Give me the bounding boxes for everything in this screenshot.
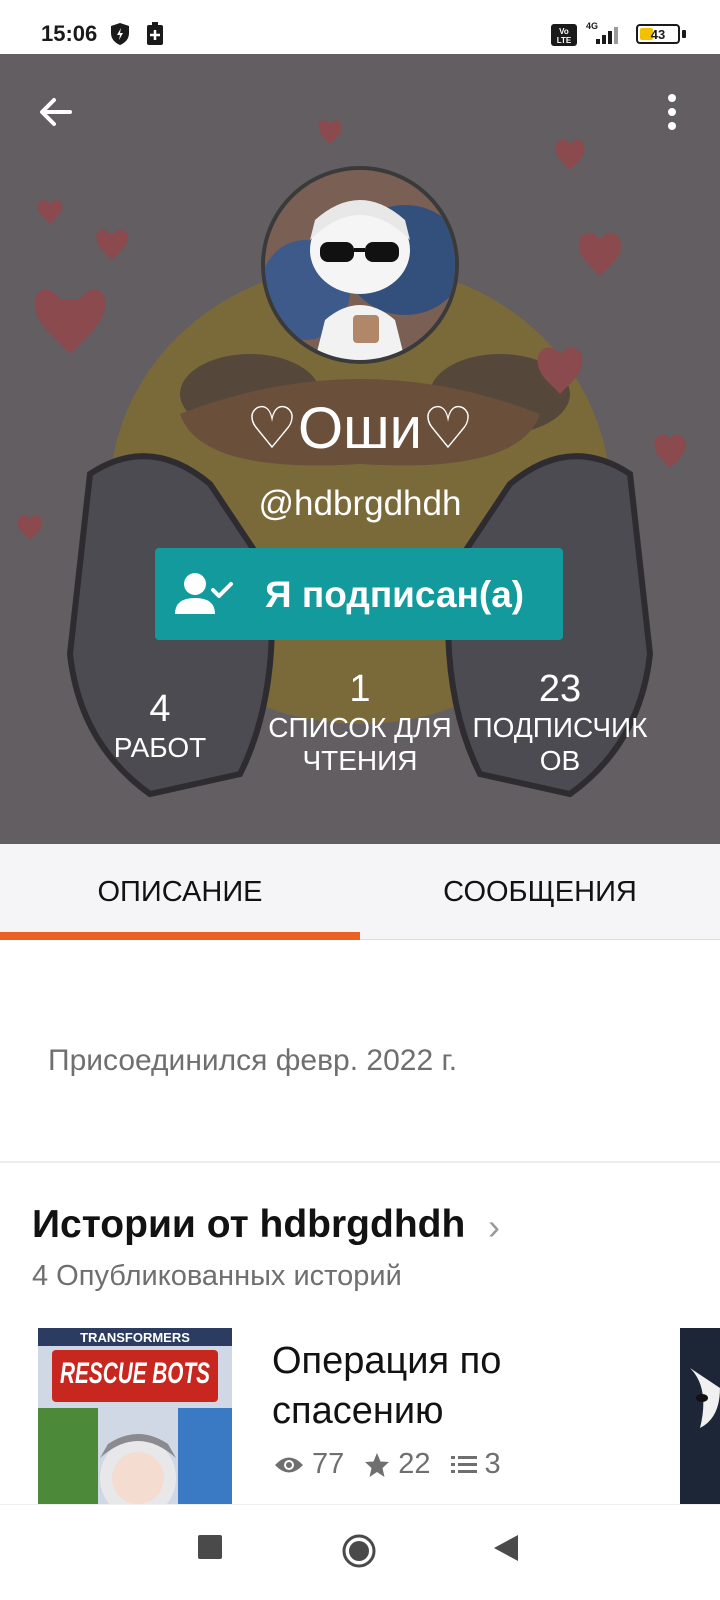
stat-followers-label: ПОДПИСЧИК ОВ — [472, 712, 648, 776]
list-icon — [450, 1455, 477, 1473]
stat-followers-number: 23 — [538, 668, 582, 710]
status-time: 15:06 — [41, 21, 98, 46]
story-views: 77 — [312, 1448, 345, 1480]
display-name: ♡Оши♡ — [245, 396, 475, 461]
svg-text:Vo: Vo — [559, 27, 569, 36]
more-vertical-icon[interactable] — [648, 88, 696, 136]
username: @hdbrgdhdh — [258, 484, 462, 523]
recent-apps-icon[interactable] — [198, 1535, 222, 1559]
tab-description[interactable]: ОПИСАНИЕ — [0, 844, 360, 940]
story-cover[interactable]: TRANSFORMERS RESCUE BOTS — [38, 1328, 232, 1504]
tab-messages[interactable]: СООБЩЕНИЯ — [360, 844, 720, 940]
user-check-icon — [175, 573, 233, 614]
chevron-right-icon[interactable]: › — [488, 1206, 500, 1248]
stat-reading-list-label: СПИСОК ДЛЯ ЧТЕНИЯ — [268, 712, 452, 776]
stories-count: 4 Опубликованных историй — [32, 1260, 402, 1292]
battery-level: 43 — [650, 26, 666, 42]
volte-icon: Vo LTE — [551, 24, 577, 46]
stat-works-label: РАБОТ — [113, 732, 207, 763]
eye-icon — [275, 1457, 303, 1472]
system-navigation-bar — [0, 1504, 720, 1600]
home-icon[interactable] — [341, 1533, 377, 1569]
svg-text:LTE: LTE — [557, 36, 572, 45]
back-arrow-icon[interactable] — [32, 88, 80, 136]
profile-header: ♡Оши♡ @hdbrgdhdh Я подписан(а) 4 РАБОТ 1… — [0, 54, 720, 844]
next-story-cover[interactable] — [680, 1328, 720, 1504]
story-cover-image: TRANSFORMERS RESCUE BOTS — [38, 1328, 232, 1504]
stories-section-title[interactable]: Истории от hdbrgdhdh — [32, 1203, 465, 1247]
avatar[interactable] — [261, 166, 459, 364]
story-parts: 3 — [484, 1448, 501, 1480]
stat-followers[interactable]: 23 ПОДПИСЧИК ОВ — [458, 668, 662, 777]
stat-works[interactable]: 4 РАБОТ — [100, 688, 220, 764]
battery-indicator: 43 — [636, 24, 680, 44]
star-icon — [365, 1452, 390, 1477]
following-button-label: Я подписан(а) — [265, 574, 525, 615]
back-nav-icon[interactable] — [494, 1535, 518, 1561]
cover-title-text: RESCUE BOTS — [60, 1357, 210, 1390]
story-votes: 22 — [398, 1448, 431, 1480]
joined-date: Присоединился февр. 2022 г. — [48, 1044, 458, 1077]
status-bar: 15:06 Vo LTE 4G 43 — [0, 0, 720, 54]
active-tab-indicator — [0, 932, 360, 940]
profile-tabs: ОПИСАНИЕ СООБЩЕНИЯ — [0, 844, 720, 940]
following-button[interactable]: Я подписан(а) — [155, 548, 563, 640]
battery-tip — [682, 30, 686, 38]
next-story-cover-image — [680, 1328, 720, 1504]
section-divider — [0, 1161, 720, 1163]
stat-works-number: 4 — [149, 688, 171, 730]
cover-brand-text: TRANSFORMERS — [80, 1330, 190, 1345]
stat-reading-list[interactable]: 1 СПИСОК ДЛЯ ЧТЕНИЯ — [250, 668, 470, 777]
story-stats: 77 22 3 — [274, 1448, 521, 1481]
svg-text:4G: 4G — [586, 21, 598, 31]
shield-icon — [111, 23, 129, 45]
story-title[interactable]: Операция по спасению — [272, 1336, 602, 1436]
avatar-image — [265, 170, 455, 360]
stat-reading-list-number: 1 — [349, 668, 371, 710]
battery-saver-icon — [147, 22, 163, 45]
signal-icon: 4G — [586, 21, 618, 44]
